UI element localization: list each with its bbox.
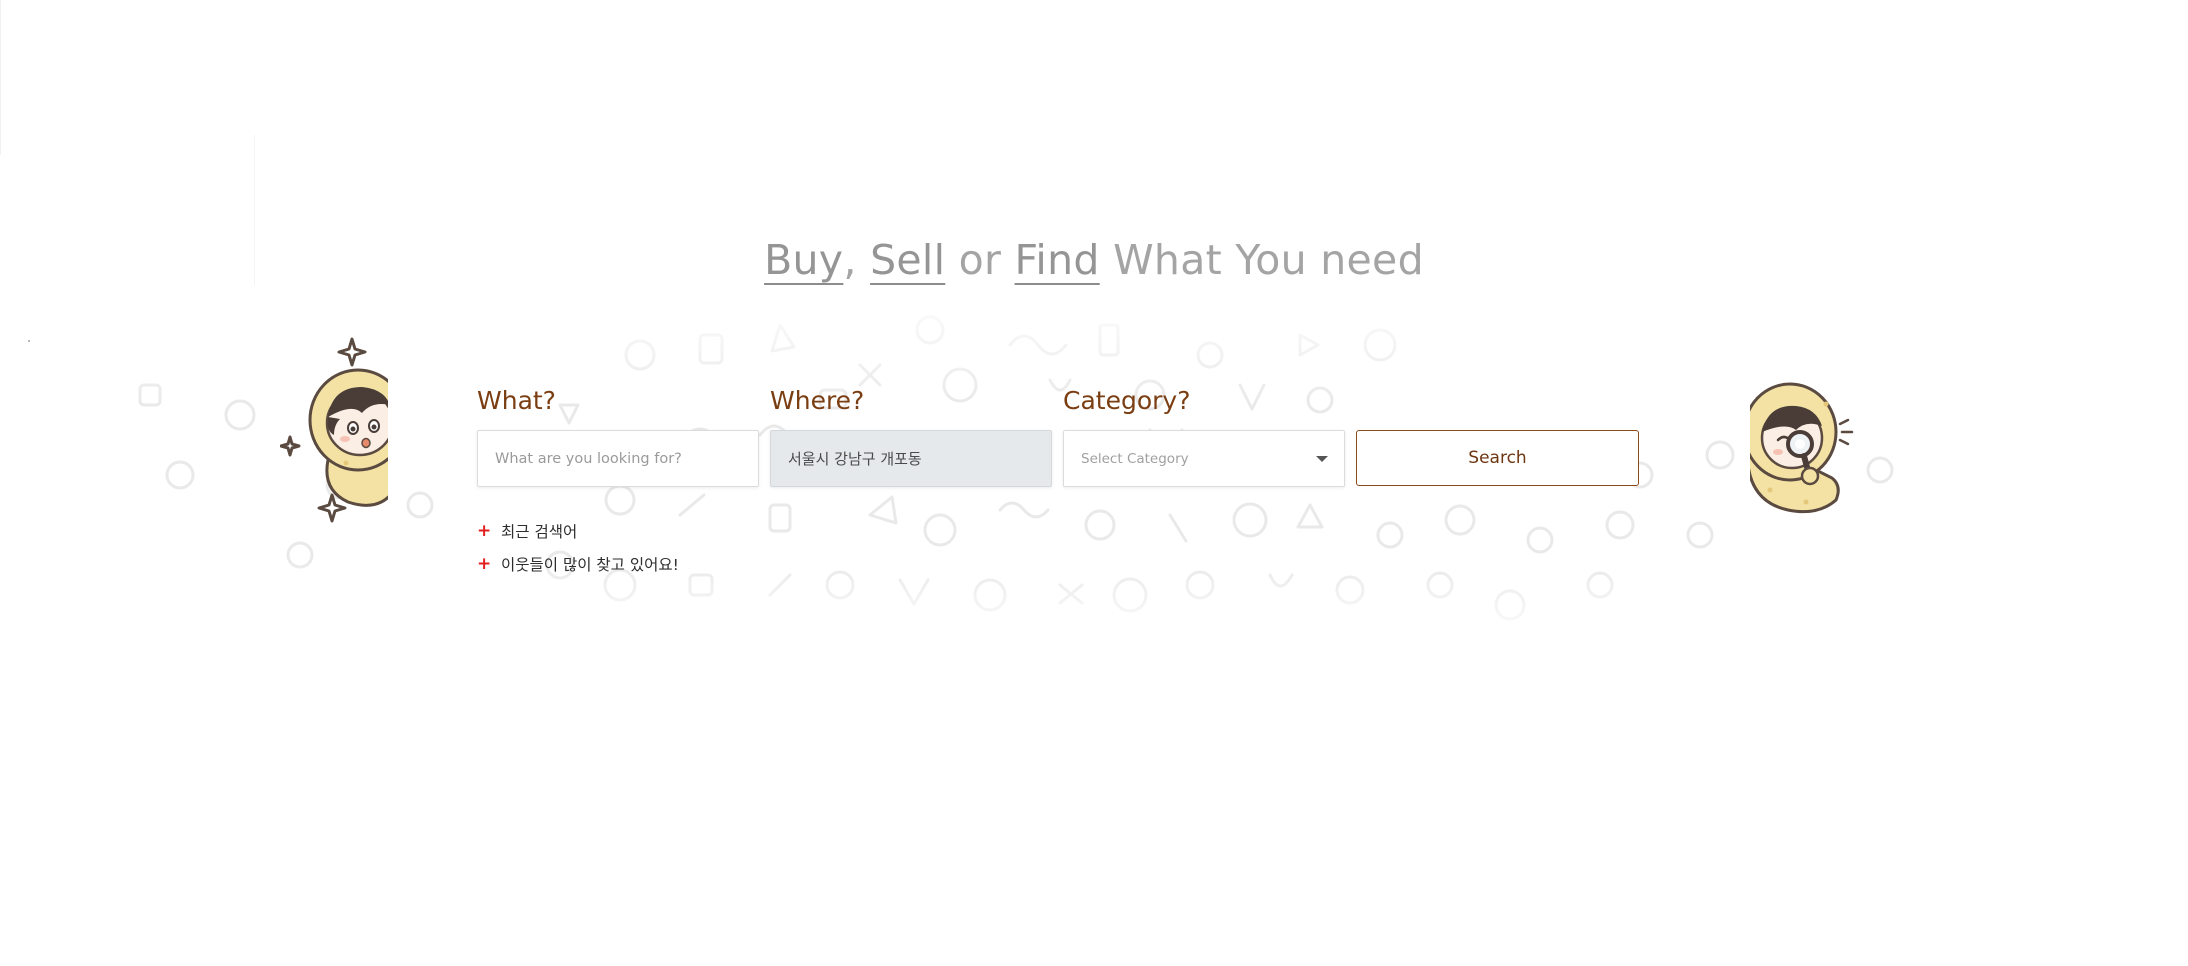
suggestion-popular-searches[interactable]: + 이웃들이 많이 찾고 있어요!: [477, 553, 679, 575]
search-button[interactable]: Search: [1356, 430, 1639, 486]
hero-headline: Buy, Sell or Find What You need: [0, 236, 2188, 284]
headline-or: or: [958, 236, 1002, 284]
category-select[interactable]: Select Category: [1063, 430, 1345, 487]
pattern-fade-bottom: [0, 560, 2188, 650]
what-label: What?: [477, 386, 556, 415]
headline-comma: ,: [843, 236, 857, 284]
headline-buy: Buy: [764, 236, 844, 284]
page: Buy, Sell or Find What You need What? Wh…: [0, 0, 2188, 966]
what-input[interactable]: What are you looking for?: [477, 430, 759, 487]
mascot-right-icon: [1748, 380, 1854, 520]
suggestion-label: 이웃들이 많이 찾고 있어요!: [501, 556, 679, 574]
where-input[interactable]: 서울시 강남구 개포동: [770, 430, 1052, 487]
plus-icon: +: [477, 553, 492, 574]
what-input-placeholder: What are you looking for?: [495, 450, 682, 467]
category-select-placeholder: Select Category: [1081, 450, 1189, 467]
mascot-left-icon: [279, 335, 390, 525]
category-label: Category?: [1063, 386, 1191, 415]
headline-rest: What You need: [1113, 236, 1424, 284]
suggestion-label: 최근 검색어: [501, 523, 578, 541]
plus-icon: +: [477, 520, 492, 541]
left-edge-divider: [0, 0, 1, 155]
caret-down-icon: [1316, 455, 1328, 462]
headline-sell: Sell: [870, 236, 946, 284]
where-label: Where?: [770, 386, 865, 415]
where-input-value: 서울시 강남구 개포동: [788, 450, 922, 468]
headline-find: Find: [1014, 236, 1100, 284]
suggestion-recent-searches[interactable]: + 최근 검색어: [477, 520, 577, 542]
